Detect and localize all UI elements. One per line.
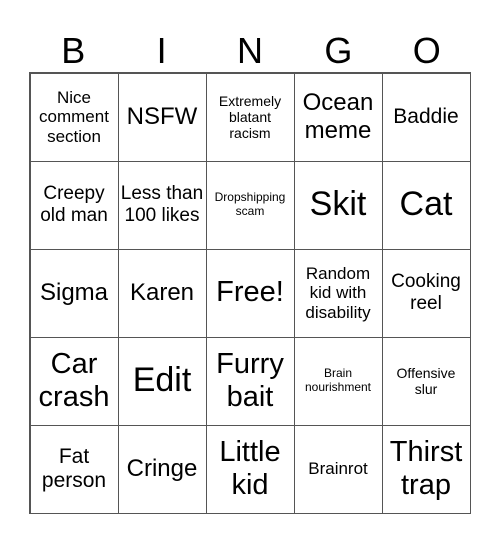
bingo-cell[interactable]: Karen — [117, 248, 207, 338]
bingo-cell[interactable]: Nice comment section — [29, 72, 119, 162]
bingo-cell[interactable]: Offensive slur — [381, 336, 471, 426]
bingo-cell[interactable]: Brainrot — [293, 424, 383, 514]
bingo-cell[interactable]: Furry bait — [205, 336, 295, 426]
bingo-cell[interactable]: Cringe — [117, 424, 207, 514]
bingo-cell[interactable]: Thirst trap — [381, 424, 471, 514]
header-letter-g: G — [324, 30, 353, 71]
header-letter-i: I — [156, 30, 167, 71]
bingo-cell[interactable]: Baddie — [381, 72, 471, 162]
bingo-cell[interactable]: Less than 100 likes — [117, 160, 207, 250]
bingo-cell[interactable]: Edit — [117, 336, 207, 426]
bingo-cell[interactable]: Fat person — [29, 424, 119, 514]
bingo-cell[interactable]: Skit — [293, 160, 383, 250]
header-letter-b: B — [61, 30, 86, 71]
bingo-cell[interactable]: Sigma — [29, 248, 119, 338]
bingo-header: B I N G O — [29, 30, 471, 72]
bingo-cell[interactable]: Extremely blatant racism — [205, 72, 295, 162]
bingo-cell[interactable]: NSFW — [117, 72, 207, 162]
bingo-cell[interactable]: Random kid with disability — [293, 248, 383, 338]
header-letter-n: N — [236, 30, 263, 71]
bingo-cell[interactable]: Cat — [381, 160, 471, 250]
bingo-cell[interactable]: Car crash — [29, 336, 119, 426]
bingo-cell free-space[interactable]: Free! — [205, 248, 295, 338]
header-letter-o: O — [412, 30, 441, 71]
bingo-cell[interactable]: Creepy old man — [29, 160, 119, 250]
bingo-cell[interactable]: Little kid — [205, 424, 295, 514]
bingo-cell[interactable]: Dropshipping scam — [205, 160, 295, 250]
bingo-board: Nice comment section NSFW Extremely blat… — [29, 72, 471, 514]
bingo-cell[interactable]: Cooking reel — [381, 248, 471, 338]
bingo-cell[interactable]: Ocean meme — [293, 72, 383, 162]
bingo-cell[interactable]: Brain nourishment — [293, 336, 383, 426]
